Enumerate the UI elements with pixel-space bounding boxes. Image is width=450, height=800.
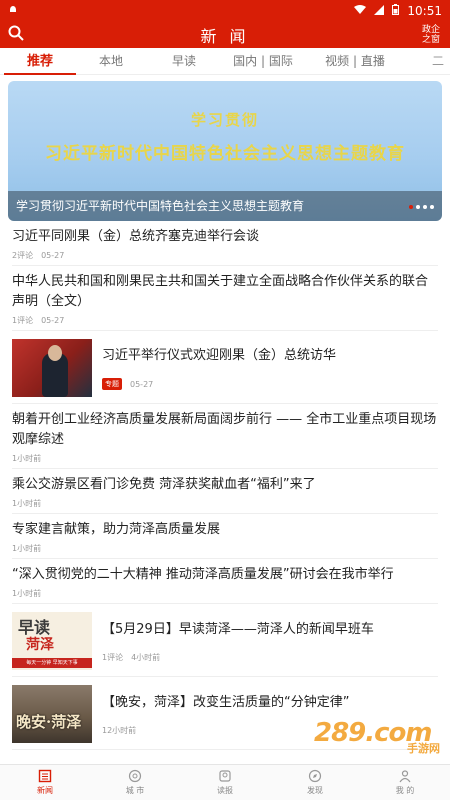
news-item[interactable]: 习近平举行仪式欢迎刚果（金）总统访华 专题 05-27 — [12, 331, 438, 404]
comment-count: 2评论 — [12, 251, 34, 260]
topic-badge: 专题 — [102, 378, 122, 390]
news-time: 12小时前 — [102, 725, 137, 735]
app-header: 新 闻 政企 之窗 — [0, 22, 450, 48]
banner-caption: 学习贯彻习近平新时代中国特色社会主义思想主题教育 — [8, 191, 442, 221]
city-icon — [128, 769, 142, 783]
carousel-indicator — [409, 205, 434, 209]
news-title: 专家建言献策，助力菏泽高质量发展 — [12, 522, 221, 537]
gov-window-link[interactable]: 政企 之窗 — [420, 25, 442, 45]
news-time: 1小时前 — [12, 499, 42, 508]
news-thumbnail: 晚安·菏泽 — [12, 685, 92, 743]
status-bar: 10:51 — [0, 0, 450, 22]
news-time: 05-27 — [130, 379, 154, 389]
news-item[interactable]: 习近平同刚果（金）总统齐塞克迪举行会谈 2评论 05-27 — [12, 221, 438, 266]
thumb-text: 晚安·菏泽 — [16, 713, 82, 731]
tab-video-live[interactable]: 视频 | 直播 — [300, 48, 410, 75]
battery-icon — [392, 4, 400, 18]
thumb-text: 每天一分钟 早知天下事 — [12, 658, 92, 668]
nav-profile[interactable]: 我 的 — [360, 765, 450, 800]
nav-city[interactable]: 城 市 — [90, 765, 180, 800]
news-time: 05-27 — [41, 316, 65, 325]
newspaper-icon — [38, 769, 52, 783]
nav-read-paper[interactable]: 读报 — [180, 765, 270, 800]
nav-discover[interactable]: 发现 — [270, 765, 360, 800]
carousel-dot — [430, 205, 434, 209]
status-time: 10:51 — [407, 4, 442, 18]
wifi-icon — [354, 4, 367, 18]
news-item[interactable]: “深入贯彻党的二十大精神 推动菏泽高质量发展”研讨会在我市举行 1小时前 — [12, 559, 438, 604]
banner-headline-2: 习近平新时代中国特色社会主义思想主题教育 — [45, 144, 405, 164]
news-title: “深入贯彻党的二十大精神 推动菏泽高质量发展”研讨会在我市举行 — [12, 567, 394, 582]
search-icon[interactable] — [8, 25, 24, 45]
news-title: 朝着开创工业经济高质量发展新局面阔步前行 —— 全市工业重点项目现场观摩综述 — [12, 412, 437, 447]
compass-icon — [308, 769, 322, 783]
reader-icon — [219, 770, 231, 782]
comment-count: 1评论 — [102, 652, 124, 662]
gov-link-line2: 之窗 — [421, 35, 440, 45]
nav-news[interactable]: 新闻 — [0, 765, 90, 800]
user-icon — [399, 770, 411, 783]
nav-label: 读报 — [217, 786, 233, 795]
carousel-dot — [416, 205, 420, 209]
tab-domestic-international[interactable]: 国内 | 国际 — [226, 48, 300, 75]
news-title: 习近平同刚果（金）总统齐塞克迪举行会谈 — [12, 229, 260, 244]
news-item[interactable]: 朝着开创工业经济高质量发展新局面阔步前行 —— 全市工业重点项目现场观摩综述 1… — [12, 404, 438, 469]
news-time: 1小时前 — [12, 544, 42, 553]
news-item[interactable]: 早读 菏泽 每天一分钟 早知天下事 【5月29日】早读菏泽——菏泽人的新闻早班车… — [12, 604, 438, 677]
tab-morning-read[interactable]: 早读 — [142, 48, 226, 75]
banner-headline-1: 学习贯彻 — [190, 111, 259, 129]
news-title: 【晚安，菏泽】改变生活质量的“分钟定律” — [102, 694, 350, 710]
news-time: 4小时前 — [131, 652, 161, 662]
banner-carousel[interactable]: 学习贯彻 习近平新时代中国特色社会主义思想主题教育 学习贯彻习近平新时代中国特色… — [8, 81, 442, 221]
news-title: 乘公交游景区看门诊免费 菏泽获奖献血者“福利”来了 — [12, 477, 316, 492]
news-item[interactable]: 乘公交游景区看门诊免费 菏泽获奖献血者“福利”来了 1小时前 — [12, 469, 438, 514]
category-tabs: 推荐 本地 早读 国内 | 国际 视频 | 直播 二 — [0, 48, 450, 75]
tab-recommend[interactable]: 推荐 — [0, 48, 80, 75]
news-thumbnail — [12, 339, 92, 397]
news-item[interactable]: 专家建言献策，助力菏泽高质量发展 1小时前 — [12, 514, 438, 559]
news-time: 05-27 — [41, 251, 65, 260]
tabs-more-icon[interactable]: 二 — [432, 48, 444, 75]
news-time: 1小时前 — [12, 589, 42, 598]
bottom-nav: 新闻 城 市 读报 发现 我 的 — [0, 764, 450, 800]
signal-icon — [374, 4, 385, 18]
page-title: 新 闻 — [200, 27, 250, 46]
thumb-text: 菏泽 — [26, 637, 54, 653]
news-thumbnail: 早读 菏泽 每天一分钟 早知天下事 — [12, 612, 92, 670]
news-title: 习近平举行仪式欢迎刚果（金）总统访华 — [102, 348, 337, 363]
tab-local[interactable]: 本地 — [80, 48, 142, 75]
nav-label: 我 的 — [395, 786, 415, 795]
carousel-dot — [409, 205, 413, 209]
nav-label: 新闻 — [37, 786, 53, 795]
gov-link-line1: 政企 — [421, 25, 440, 35]
nav-label: 发现 — [307, 786, 323, 795]
carousel-dot — [423, 205, 427, 209]
comment-count: 1评论 — [12, 316, 34, 325]
news-time: 1小时前 — [12, 454, 42, 463]
watermark-text: 手游网 — [407, 742, 440, 755]
nav-label: 城 市 — [125, 786, 145, 795]
site-watermark: 289.com 手游网 — [294, 718, 444, 758]
news-list: 习近平同刚果（金）总统齐塞克迪举行会谈 2评论 05-27 中华人民共和国和刚果… — [0, 221, 450, 750]
news-title: 【5月29日】早读菏泽——菏泽人的新闻早班车 — [102, 621, 374, 637]
notification-icon — [8, 4, 18, 18]
news-item[interactable]: 中华人民共和国和刚果民主共和国关于建立全面战略合作伙伴关系的联合声明（全文） 1… — [12, 266, 438, 331]
news-title: 中华人民共和国和刚果民主共和国关于建立全面战略合作伙伴关系的联合声明（全文） — [12, 274, 429, 309]
